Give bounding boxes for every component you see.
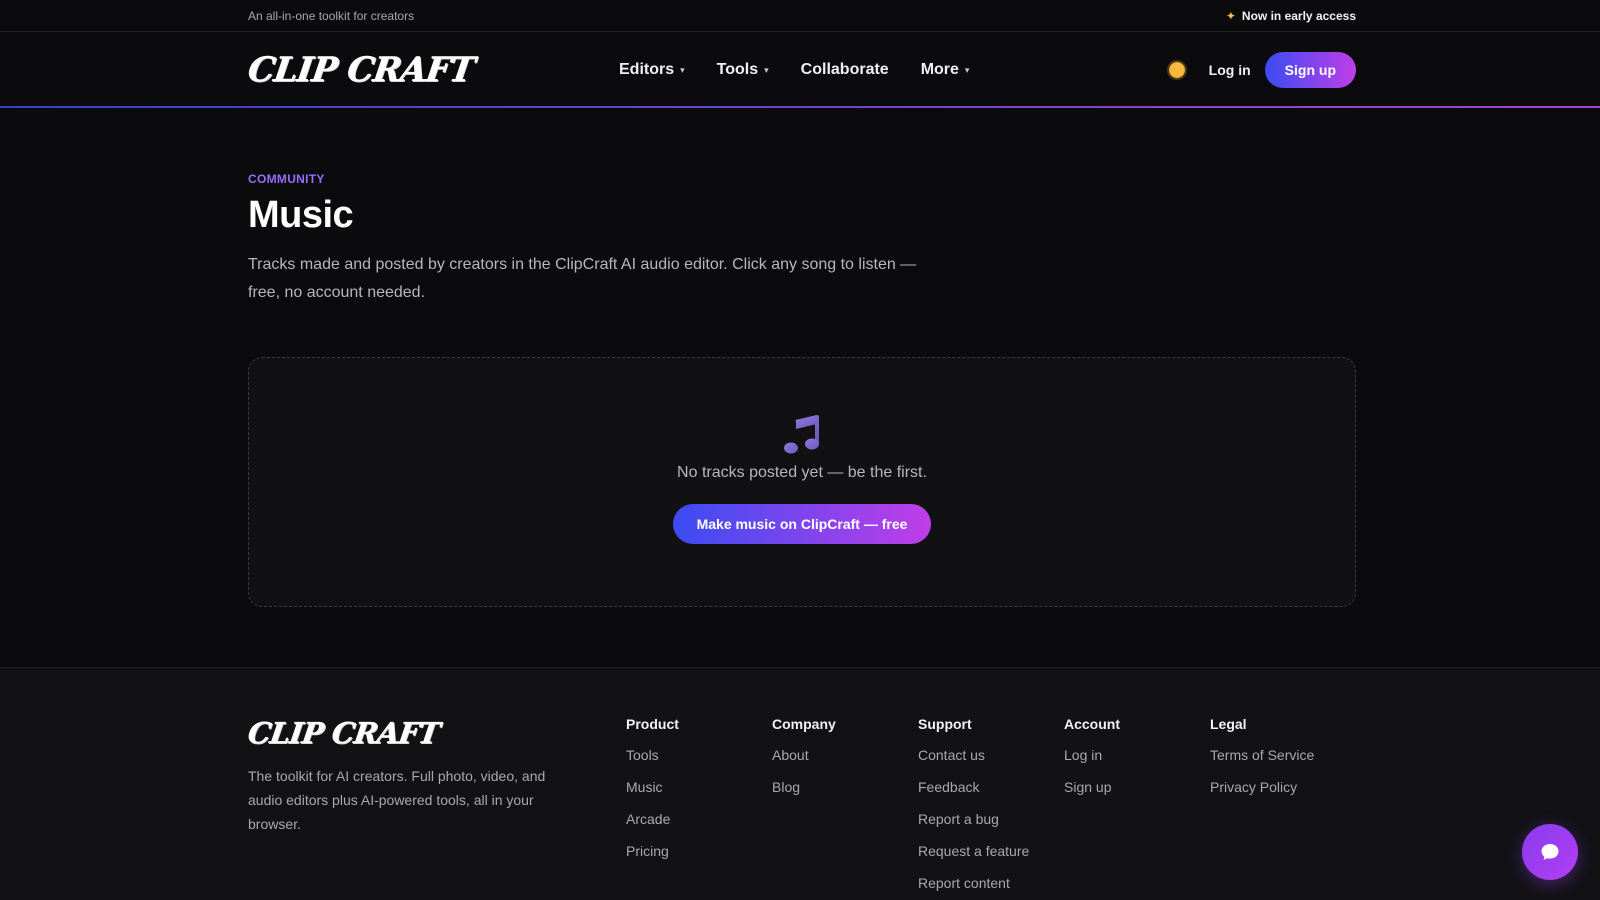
nav-editors[interactable]: Editors ▾ xyxy=(619,61,685,79)
footer-logo[interactable]: CLIP CRAFT xyxy=(246,716,442,750)
footer-link-contact[interactable]: Contact us xyxy=(918,746,1064,778)
footer-column-legal: Legal Terms of Service Privacy Policy xyxy=(1210,716,1356,900)
tagline: An all-in-one toolkit for creators xyxy=(248,8,415,23)
nav-collaborate[interactable]: Collaborate xyxy=(801,61,889,79)
footer-link-music[interactable]: Music xyxy=(626,778,772,810)
page-title: Music xyxy=(248,194,354,236)
signup-button[interactable]: Sign up xyxy=(1264,52,1356,88)
chevron-down-icon: ▾ xyxy=(680,64,685,75)
footer-link-report-bug[interactable]: Report a bug xyxy=(918,810,1064,842)
empty-state-text: No tracks posted yet — be the first. xyxy=(677,464,927,481)
nav-more-label: More xyxy=(920,61,959,78)
footer-brand: CLIP CRAFT The toolkit for AI creators. … xyxy=(246,716,626,900)
nav-tools[interactable]: Tools ▾ xyxy=(717,61,769,79)
early-access-text: Now in early access xyxy=(1241,8,1356,23)
chat-bubble-icon xyxy=(1541,844,1559,860)
nav-editors-label: Editors xyxy=(619,61,675,78)
footer-columns: Product Tools Music Arcade Pricing Compa… xyxy=(626,716,1356,900)
footer-link-arcade[interactable]: Arcade xyxy=(626,810,772,842)
footer-link-pricing[interactable]: Pricing xyxy=(626,842,772,874)
announcement-bar: An all-in-one toolkit for creators ✦ Now… xyxy=(0,0,1600,32)
footer-column-support: Support Contact us Feedback Report a bug… xyxy=(918,716,1064,900)
footer-column-title: Legal xyxy=(1210,716,1247,732)
footer-link-terms[interactable]: Terms of Service xyxy=(1210,746,1356,778)
empty-state: No tracks posted yet — be the first. Mak… xyxy=(248,357,1356,607)
footer-column-product: Product Tools Music Arcade Pricing xyxy=(626,716,772,900)
footer-link-signup[interactable]: Sign up xyxy=(1064,778,1210,810)
chevron-down-icon: ▾ xyxy=(764,64,769,75)
chevron-down-icon: ▾ xyxy=(964,64,970,75)
nav-links: Editors ▾ Tools ▾ Collaborate More ▾ xyxy=(619,61,969,79)
nav-tools-label: Tools xyxy=(716,61,759,78)
nav-more[interactable]: More ▾ xyxy=(921,61,970,79)
nav-actions: Log in Sign up xyxy=(1168,52,1356,88)
chat-button[interactable] xyxy=(1522,824,1578,880)
footer-column-title: Support xyxy=(918,716,972,732)
footer-column-title: Product xyxy=(626,716,679,732)
login-link[interactable]: Log in xyxy=(1209,62,1251,78)
footer-link-about[interactable]: About xyxy=(772,746,918,778)
footer-column-company: Company About Blog xyxy=(772,716,918,900)
footer-column-title: Account xyxy=(1064,716,1120,732)
sun-icon[interactable] xyxy=(1168,62,1185,78)
footer-column-account: Account Log in Sign up xyxy=(1064,716,1210,900)
footer-description: The toolkit for AI creators. Full photo,… xyxy=(248,768,546,832)
footer: CLIP CRAFT The toolkit for AI creators. … xyxy=(0,667,1600,900)
page-description: Tracks made and posted by creators in th… xyxy=(248,256,917,301)
main-content: COMMUNITY Music Tracks made and posted b… xyxy=(0,108,1600,607)
nav-collaborate-label: Collaborate xyxy=(800,61,889,78)
early-access-badge: ✦ Now in early access xyxy=(1226,9,1356,23)
footer-link-tools[interactable]: Tools xyxy=(626,746,772,778)
footer-column-title: Company xyxy=(772,716,836,732)
footer-link-login[interactable]: Log in xyxy=(1064,746,1210,778)
music-note-icon xyxy=(784,415,819,454)
footer-link-privacy[interactable]: Privacy Policy xyxy=(1210,778,1356,810)
sparkle-icon: ✦ xyxy=(1225,8,1236,23)
footer-link-feedback[interactable]: Feedback xyxy=(918,778,1064,810)
footer-link-blog[interactable]: Blog xyxy=(772,778,918,810)
main-navbar: CLIP CRAFT Editors ▾ Tools ▾ Collaborate… xyxy=(0,32,1600,108)
footer-link-request-feature[interactable]: Request a feature xyxy=(918,842,1064,874)
page-eyebrow: COMMUNITY xyxy=(248,172,325,186)
logo[interactable]: CLIP CRAFT xyxy=(245,50,476,90)
make-music-button[interactable]: Make music on ClipCraft — free xyxy=(672,504,932,544)
footer-link-report-content[interactable]: Report content xyxy=(918,874,1064,900)
